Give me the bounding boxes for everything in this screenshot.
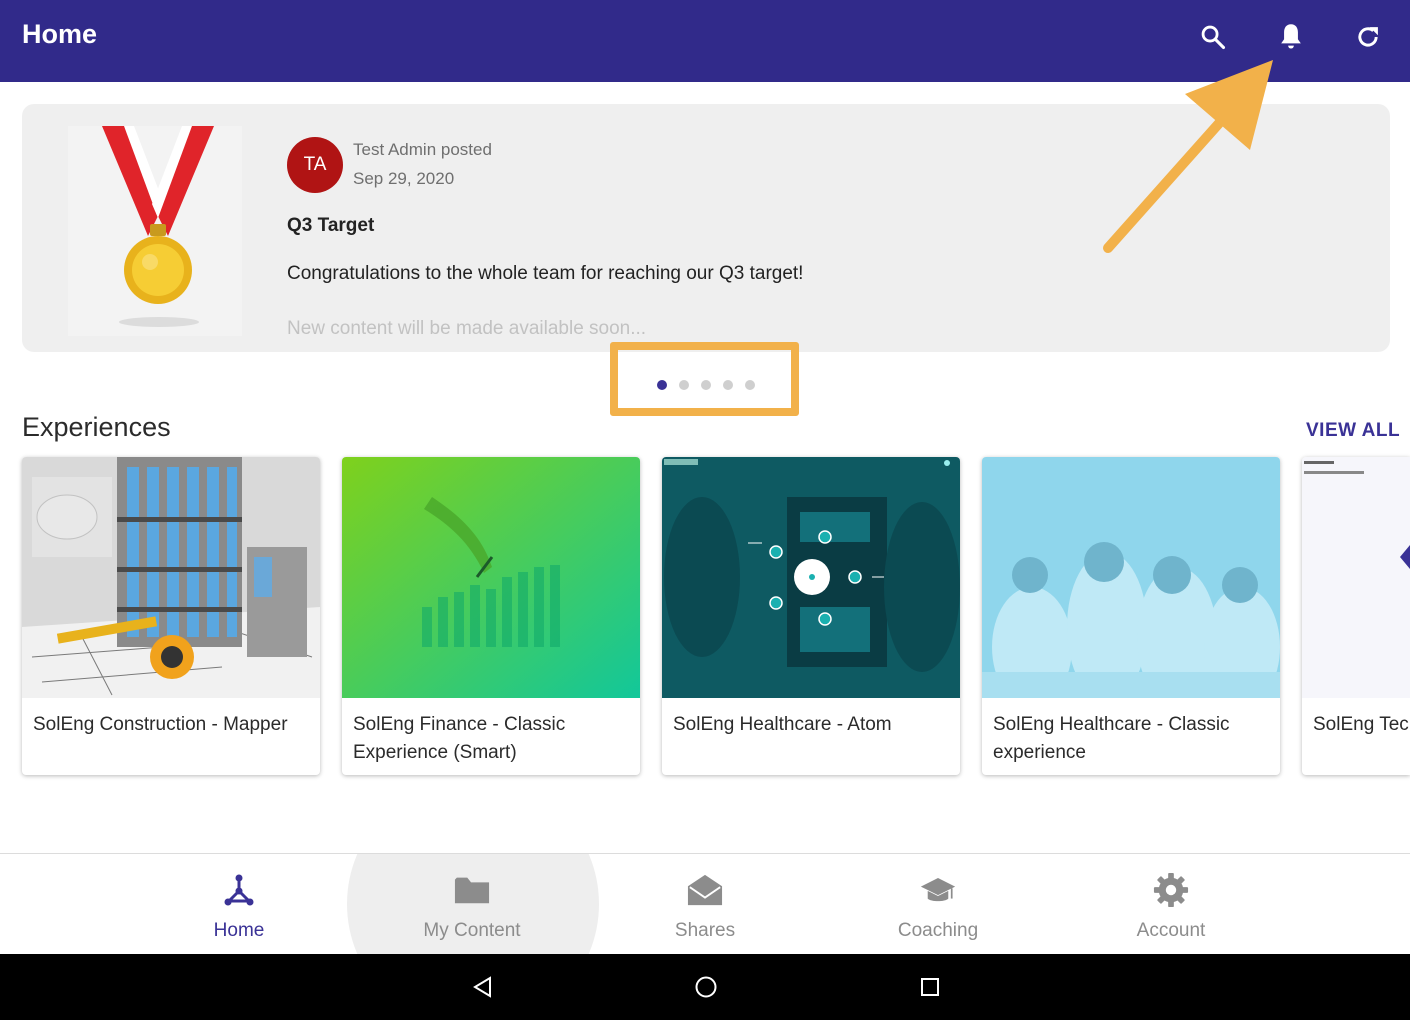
section-title: Experiences <box>22 412 171 442</box>
pager-dot[interactable] <box>679 380 689 390</box>
avatar: TA <box>287 137 343 193</box>
graduation-cap-icon <box>920 872 956 908</box>
experience-title: SolEng Healthcare - Atom <box>673 714 892 735</box>
healthcare-atom-thumbnail <box>662 457 960 698</box>
tech-thumbnail <box>1302 457 1410 698</box>
nav-account[interactable]: Account <box>1071 854 1271 954</box>
post-more-text: New content will be made available soon.… <box>287 318 647 339</box>
nav-label: My Content <box>423 920 521 941</box>
experience-card[interactable]: SolEng Construction - Mapper <box>22 457 320 775</box>
page-title: Home <box>22 19 98 49</box>
pager-dot[interactable] <box>657 380 667 390</box>
bottom-navigation: Home My Content Shares Coaching Account <box>0 853 1410 954</box>
experience-title: SolEng Healthcare - Classic experience <box>993 714 1230 763</box>
home-network-icon <box>221 872 257 908</box>
view-all-link[interactable]: VIEW ALL <box>1306 420 1400 442</box>
nav-shares[interactable]: Shares <box>605 854 805 954</box>
pager-dot[interactable] <box>723 380 733 390</box>
nav-coaching[interactable]: Coaching <box>838 854 1038 954</box>
nav-label: Account <box>1136 920 1206 941</box>
post-title: Q3 Target <box>287 215 375 236</box>
folder-icon <box>454 872 490 908</box>
medal-image <box>68 126 242 336</box>
system-navigation-bar <box>0 954 1410 1020</box>
experience-card[interactable]: SolEng Healthcare - Classic experience <box>982 457 1280 775</box>
post-author: Test Admin posted <box>353 140 492 159</box>
pager-dot[interactable] <box>701 380 711 390</box>
experience-card[interactable]: SolEng Healthcare - Atom <box>662 457 960 775</box>
gear-icon <box>1153 872 1189 908</box>
nav-home[interactable]: Home <box>139 854 339 954</box>
experience-title: SolEng Construction - Mapper <box>33 714 288 735</box>
back-icon[interactable] <box>470 974 496 1000</box>
finance-thumbnail <box>342 457 640 698</box>
nav-label: Coaching <box>897 920 979 941</box>
experience-card[interactable]: SolEng Finance - Classic Experience (Sma… <box>342 457 640 775</box>
experience-title: SolEng Tech <box>1313 714 1410 735</box>
post-body: Congratulations to the whole team for re… <box>287 263 804 284</box>
carousel-pager <box>610 342 799 416</box>
experience-card[interactable]: SolEng Tech <box>1302 457 1410 775</box>
post-date: Sep 29, 2020 <box>353 169 455 188</box>
annotation-arrow-icon <box>1090 50 1290 265</box>
refresh-icon[interactable] <box>1350 19 1386 55</box>
nav-my-content[interactable]: My Content <box>372 854 572 954</box>
home-circle-icon[interactable] <box>693 974 719 1000</box>
healthcare-classic-thumbnail <box>982 457 1280 698</box>
construction-thumbnail <box>22 457 320 698</box>
pager-dot[interactable] <box>745 380 755 390</box>
experience-title: SolEng Finance - Classic Experience (Sma… <box>353 714 566 763</box>
nav-label: Shares <box>674 920 736 941</box>
envelope-open-icon <box>687 872 723 908</box>
nav-label: Home <box>213 920 265 941</box>
recents-icon[interactable] <box>917 974 943 1000</box>
